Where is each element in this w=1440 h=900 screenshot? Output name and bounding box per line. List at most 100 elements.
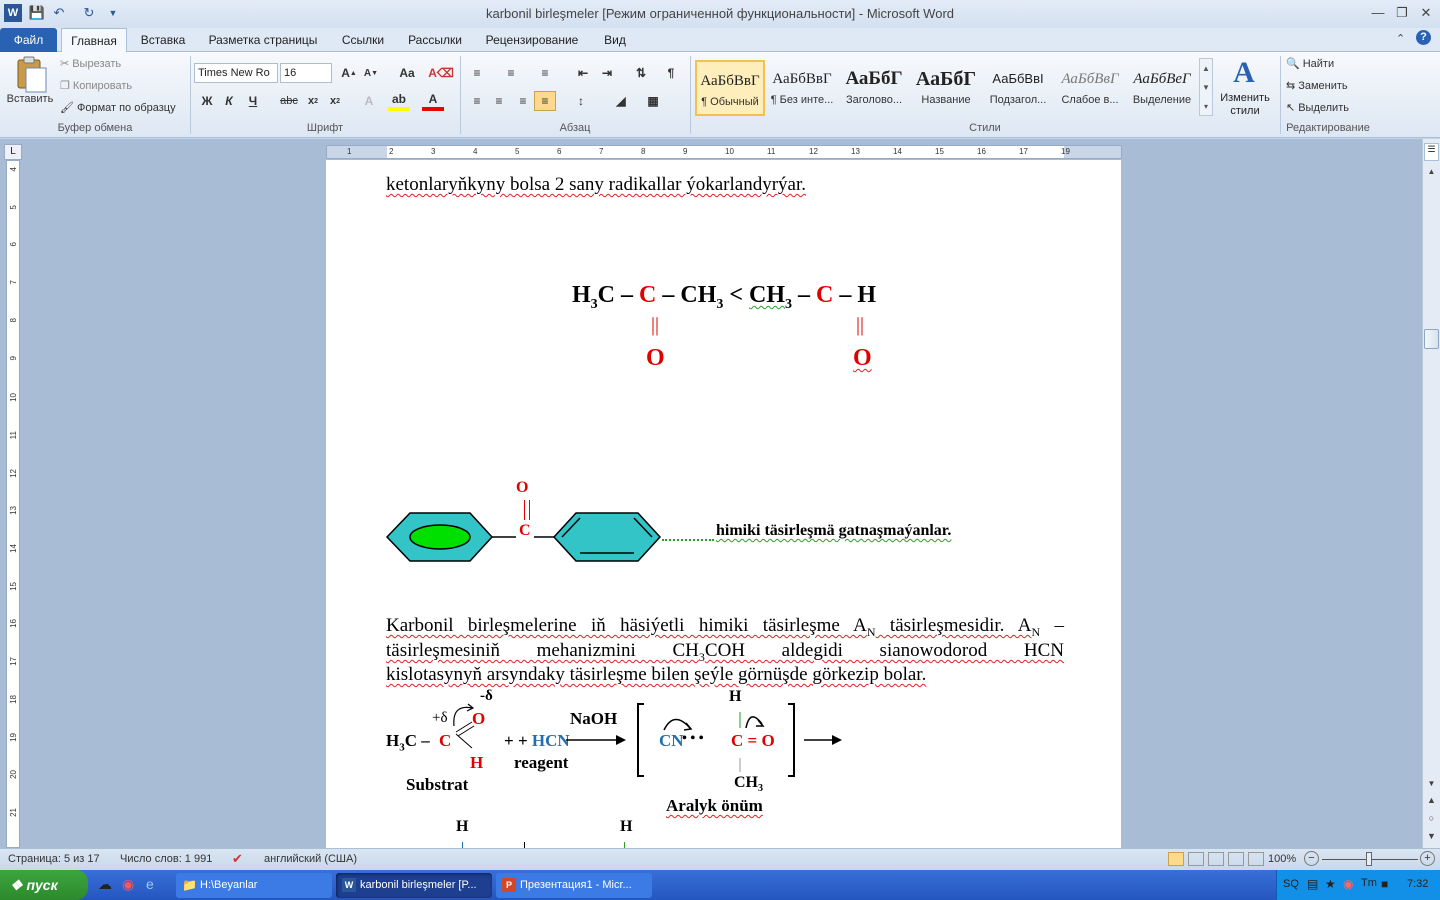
copy-button[interactable]: ❐ Копировать: [60, 79, 132, 93]
customize-icon[interactable]: ▼: [104, 4, 122, 22]
shading-icon[interactable]: ◢: [610, 91, 632, 111]
paste-button[interactable]: Вставить: [4, 93, 56, 105]
strikethrough-button[interactable]: abc: [278, 91, 300, 111]
tab-insert[interactable]: Вставка: [134, 28, 192, 52]
grow-font-icon[interactable]: A ▲: [338, 63, 360, 83]
numbering-icon[interactable]: ≡: [500, 63, 522, 83]
align-left-icon[interactable]: ≡: [466, 91, 488, 111]
bold-button[interactable]: Ж: [196, 91, 218, 111]
styles-scroll[interactable]: ▲ ▼ ▾: [1199, 58, 1213, 116]
decrease-indent-icon[interactable]: ⇤: [572, 63, 594, 83]
save-icon[interactable]: 💾: [28, 4, 46, 22]
page-indicator[interactable]: Страница: 5 из 17: [8, 853, 100, 865]
tab-references[interactable]: Ссылки: [334, 28, 392, 52]
restore-button[interactable]: ❐: [1390, 4, 1414, 22]
cut-button[interactable]: ✂ Вырезать: [60, 57, 121, 71]
style-no-spacing[interactable]: АаБбВвГ ¶ Без инте...: [767, 60, 837, 116]
browse-object-icon[interactable]: ○: [1424, 813, 1439, 827]
font-name-combo[interactable]: Times New Ro: [194, 63, 278, 83]
align-center-icon[interactable]: ≡: [488, 91, 510, 111]
vertical-ruler[interactable]: 4 5 6 7 8 9 10 11 12 13 14 15 16 17 18 19 20 21: [6, 160, 20, 848]
next-page-icon[interactable]: ▼: [1424, 831, 1439, 845]
multilevel-list-icon[interactable]: ≡: [534, 63, 556, 83]
quicklaunch-network-icon[interactable]: ☁: [98, 876, 112, 893]
change-case-icon[interactable]: Aa: [394, 63, 420, 83]
word-app-icon[interactable]: W: [4, 4, 22, 22]
proofing-icon[interactable]: ✔: [232, 851, 243, 867]
vertical-scrollbar[interactable]: ☰ ▲ ▼ ▲ ○ ▼: [1422, 139, 1440, 848]
style-title[interactable]: АаБбГ Название: [911, 60, 981, 116]
taskbar-item-word[interactable]: karbonil birleşmeler [P...: [336, 873, 492, 898]
full-screen-icon[interactable]: [1188, 852, 1204, 866]
bullets-icon[interactable]: ≡: [466, 63, 488, 83]
text-effects-icon[interactable]: A: [358, 91, 380, 111]
tab-review[interactable]: Рецензирование: [478, 28, 586, 52]
style-emphasis[interactable]: АаБбВеГ Выделение: [1127, 60, 1197, 116]
taskbar-item-folder[interactable]: H:\Beyanlar: [176, 873, 332, 898]
replace-button[interactable]: ⇆ Заменить: [1286, 79, 1348, 93]
zoom-level[interactable]: 100%: [1268, 853, 1296, 865]
style-subtitle[interactable]: АаБбВвІ Подзагол...: [983, 60, 1053, 116]
italic-button[interactable]: К: [218, 91, 240, 111]
highlight-icon[interactable]: ab: [388, 91, 410, 111]
align-right-icon[interactable]: ≡: [512, 91, 534, 111]
show-marks-icon[interactable]: ¶: [660, 63, 682, 83]
style-subtle-emphasis[interactable]: АаБбВвГ Слабое в...: [1055, 60, 1125, 116]
minimize-button[interactable]: —: [1366, 4, 1390, 22]
tray-volume-icon[interactable]: ■: [1381, 877, 1388, 891]
font-size-combo[interactable]: 16: [280, 63, 332, 83]
zoom-slider-thumb[interactable]: [1366, 852, 1372, 866]
tab-page-layout[interactable]: Разметка страницы: [200, 28, 326, 52]
tray-opera-icon[interactable]: ◉: [1343, 877, 1353, 891]
ruler-toggle-icon[interactable]: ☰: [1424, 143, 1439, 161]
scroll-up-icon[interactable]: ▲: [1424, 167, 1439, 181]
minimize-ribbon-icon[interactable]: ⌃: [1396, 32, 1405, 45]
quicklaunch-ie-icon[interactable]: e: [146, 876, 154, 892]
start-button[interactable]: ❖ пуск: [0, 870, 88, 900]
close-button[interactable]: ✕: [1414, 4, 1438, 22]
prev-page-icon[interactable]: ▲: [1424, 795, 1439, 809]
tab-view[interactable]: Вид: [594, 28, 636, 52]
outline-icon[interactable]: [1228, 852, 1244, 866]
print-layout-icon[interactable]: [1168, 852, 1184, 866]
undo-icon[interactable]: ↶: [50, 4, 68, 22]
sort-icon[interactable]: ⇅: [630, 63, 652, 83]
web-layout-icon[interactable]: [1208, 852, 1224, 866]
shrink-font-icon[interactable]: A ▼: [360, 63, 382, 83]
help-icon[interactable]: ?: [1416, 30, 1431, 45]
superscript-icon[interactable]: x2: [324, 91, 346, 111]
tab-mailings[interactable]: Рассылки: [400, 28, 470, 52]
font-color-icon[interactable]: A: [422, 91, 444, 111]
word-count[interactable]: Число слов: 1 991: [120, 853, 212, 865]
quicklaunch-opera-icon[interactable]: ◉: [122, 876, 134, 893]
language-indicator[interactable]: английский (США): [264, 853, 357, 865]
tray-network-icon[interactable]: ▤: [1307, 877, 1318, 891]
tab-selector-icon[interactable]: L: [4, 144, 22, 160]
horizontal-ruler[interactable]: 1 2 3 4 5 6 7 8 9 10 11 12 13 14 15 16 17 19: [326, 145, 1122, 159]
tab-home[interactable]: Главная: [61, 28, 127, 53]
document-page[interactable]: ketonlaryňkyny bolsa 2 sany radikallar ý…: [326, 160, 1121, 848]
format-painter-button[interactable]: 🖌 Формат по образцу: [60, 101, 176, 115]
taskbar-item-powerpoint[interactable]: Презентация1 - Micr...: [496, 873, 652, 898]
zoom-out-icon[interactable]: −: [1304, 851, 1319, 866]
tray-shield-icon[interactable]: ★: [1325, 877, 1336, 891]
zoom-in-icon[interactable]: +: [1420, 851, 1435, 866]
redo-icon[interactable]: ↻: [80, 4, 98, 22]
style-heading[interactable]: АаБбГ Заголово...: [839, 60, 909, 116]
increase-indent-icon[interactable]: ⇥: [596, 63, 618, 83]
line-spacing-icon[interactable]: ↕: [570, 91, 592, 111]
clear-format-icon[interactable]: A⌫: [428, 63, 454, 83]
borders-icon[interactable]: ▦: [642, 91, 664, 111]
scroll-thumb[interactable]: [1424, 329, 1439, 349]
scroll-down-icon[interactable]: ▼: [1424, 779, 1439, 793]
underline-button[interactable]: Ч: [242, 91, 264, 111]
justify-icon[interactable]: ≡: [534, 91, 556, 111]
select-button[interactable]: ↖ Выделить: [1286, 101, 1349, 115]
change-styles-button[interactable]: Изменить стили: [1216, 92, 1274, 118]
draft-icon[interactable]: [1248, 852, 1264, 866]
tab-file[interactable]: Файл: [0, 28, 57, 52]
find-button[interactable]: 🔍 Найти: [1286, 57, 1334, 71]
change-styles-icon[interactable]: A: [1226, 58, 1262, 88]
style-normal[interactable]: АаБбВвГ ¶ Обычный: [695, 60, 765, 116]
paste-icon[interactable]: [10, 56, 50, 96]
